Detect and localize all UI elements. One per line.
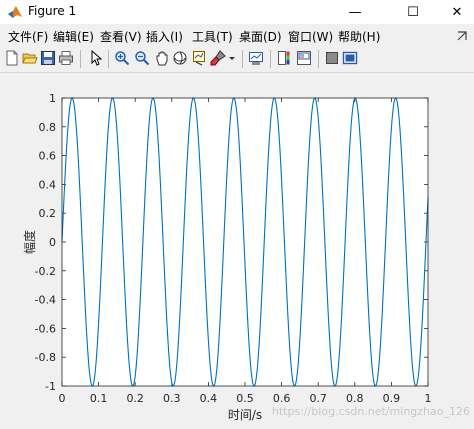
- link-plot-icon[interactable]: [248, 50, 264, 66]
- menu-help[interactable]: 帮助(H): [338, 28, 380, 45]
- colorbar-icon[interactable]: [276, 50, 292, 66]
- data-cursor-icon[interactable]: [192, 50, 208, 66]
- title-bar: Figure 1 — ☐ ✕: [0, 0, 474, 24]
- hide-plot-tools-icon[interactable]: [324, 50, 340, 66]
- menu-edit[interactable]: 编辑(E): [53, 28, 94, 45]
- print-icon[interactable]: [58, 50, 74, 66]
- zoom-out-icon[interactable]: [134, 50, 150, 66]
- y-tick-label: -0.2: [35, 265, 56, 278]
- pointer-icon[interactable]: [88, 50, 104, 66]
- toolbar-separator: [270, 50, 271, 68]
- window-title: Figure 1: [28, 4, 77, 18]
- pan-icon[interactable]: [154, 50, 170, 66]
- plot-svg: 0 0.1 0.2 0.3 0.4 0.5 0.6 0.7 0.8 0.9 1 -1 -0.8 -0.6…: [22, 92, 470, 422]
- y-tick-label: 0.8: [39, 121, 57, 134]
- matlab-logo-icon: [8, 6, 22, 18]
- new-figure-icon[interactable]: [4, 50, 20, 66]
- legend-icon[interactable]: [296, 50, 312, 66]
- x-tick-label: 1: [425, 392, 432, 405]
- brush-dropdown-icon[interactable]: [228, 50, 236, 66]
- x-tick-label: 0.3: [163, 392, 181, 405]
- y-axis-label: 幅度: [22, 230, 37, 254]
- x-tick-label: 0.6: [273, 392, 291, 405]
- minimize-button[interactable]: —: [338, 0, 372, 24]
- axes-background[interactable]: [62, 98, 428, 386]
- x-tick-label: 0: [59, 392, 66, 405]
- brush-icon[interactable]: [210, 50, 226, 66]
- y-tick-label: 0.4: [39, 178, 57, 191]
- menu-tools[interactable]: 工具(T): [192, 28, 233, 45]
- toolbar-separator: [108, 50, 109, 68]
- y-tick-label: -0.4: [35, 294, 56, 307]
- y-tick-label: -0.8: [35, 351, 56, 364]
- maximize-button[interactable]: ☐: [396, 0, 430, 24]
- y-tick-label: -1: [45, 380, 56, 393]
- menu-desktop[interactable]: 桌面(D): [239, 28, 282, 45]
- show-plot-tools-icon[interactable]: [342, 50, 358, 66]
- x-tick-label: 0.9: [383, 392, 401, 405]
- menu-bar: 文件(F) 编辑(E) 查看(V) 插入(I) 工具(T) 桌面(D) 窗口(W…: [0, 24, 474, 46]
- toolbar-separator: [242, 50, 243, 68]
- toolbar-separator: [318, 50, 319, 68]
- menu-window[interactable]: 窗口(W): [288, 28, 333, 45]
- figure-toolbar: [0, 46, 474, 73]
- menu-insert[interactable]: 插入(I): [146, 28, 183, 45]
- close-button[interactable]: ✕: [440, 0, 474, 24]
- save-icon[interactable]: [40, 50, 56, 66]
- toolbar-separator: [80, 50, 81, 68]
- y-tick-label: 0: [49, 236, 56, 249]
- y-tick-label: 0.6: [39, 150, 57, 163]
- menu-file[interactable]: 文件(F): [8, 28, 48, 45]
- x-tick-label: 0.7: [309, 392, 327, 405]
- y-tick-label: -0.6: [35, 322, 56, 335]
- y-tick-label: 1: [49, 92, 56, 105]
- figure-window: Figure 1 — ☐ ✕ 文件(F) 编辑(E) 查看(V) 插入(I) 工…: [0, 0, 474, 425]
- x-tick-label: 0.5: [236, 392, 254, 405]
- menu-view[interactable]: 查看(V): [100, 28, 142, 45]
- dock-arrow-icon[interactable]: [456, 30, 468, 42]
- zoom-in-icon[interactable]: [114, 50, 130, 66]
- x-tick-labels: 0 0.1 0.2 0.3 0.4 0.5 0.6 0.7 0.8 0.9 1: [59, 392, 432, 405]
- figure-canvas: 0 0.1 0.2 0.3 0.4 0.5 0.6 0.7 0.8 0.9 1 -1 -0.8 -0.6…: [0, 73, 474, 425]
- rotate-3d-icon[interactable]: [172, 50, 188, 66]
- open-file-icon[interactable]: [22, 50, 38, 66]
- x-tick-label: 0.8: [346, 392, 364, 405]
- x-axis-label: 时间/s: [228, 408, 262, 422]
- x-tick-label: 0.2: [126, 392, 144, 405]
- y-tick-label: 0.2: [39, 207, 57, 220]
- y-tick-labels: -1 -0.8 -0.6 -0.4 -0.2 0 0.2 0.4 0.6 0.8 1: [35, 92, 56, 393]
- x-tick-label: 0.1: [90, 392, 108, 405]
- x-tick-label: 0.4: [200, 392, 218, 405]
- watermark-text: https://blog.csdn.net/mingzhao_126: [272, 405, 470, 418]
